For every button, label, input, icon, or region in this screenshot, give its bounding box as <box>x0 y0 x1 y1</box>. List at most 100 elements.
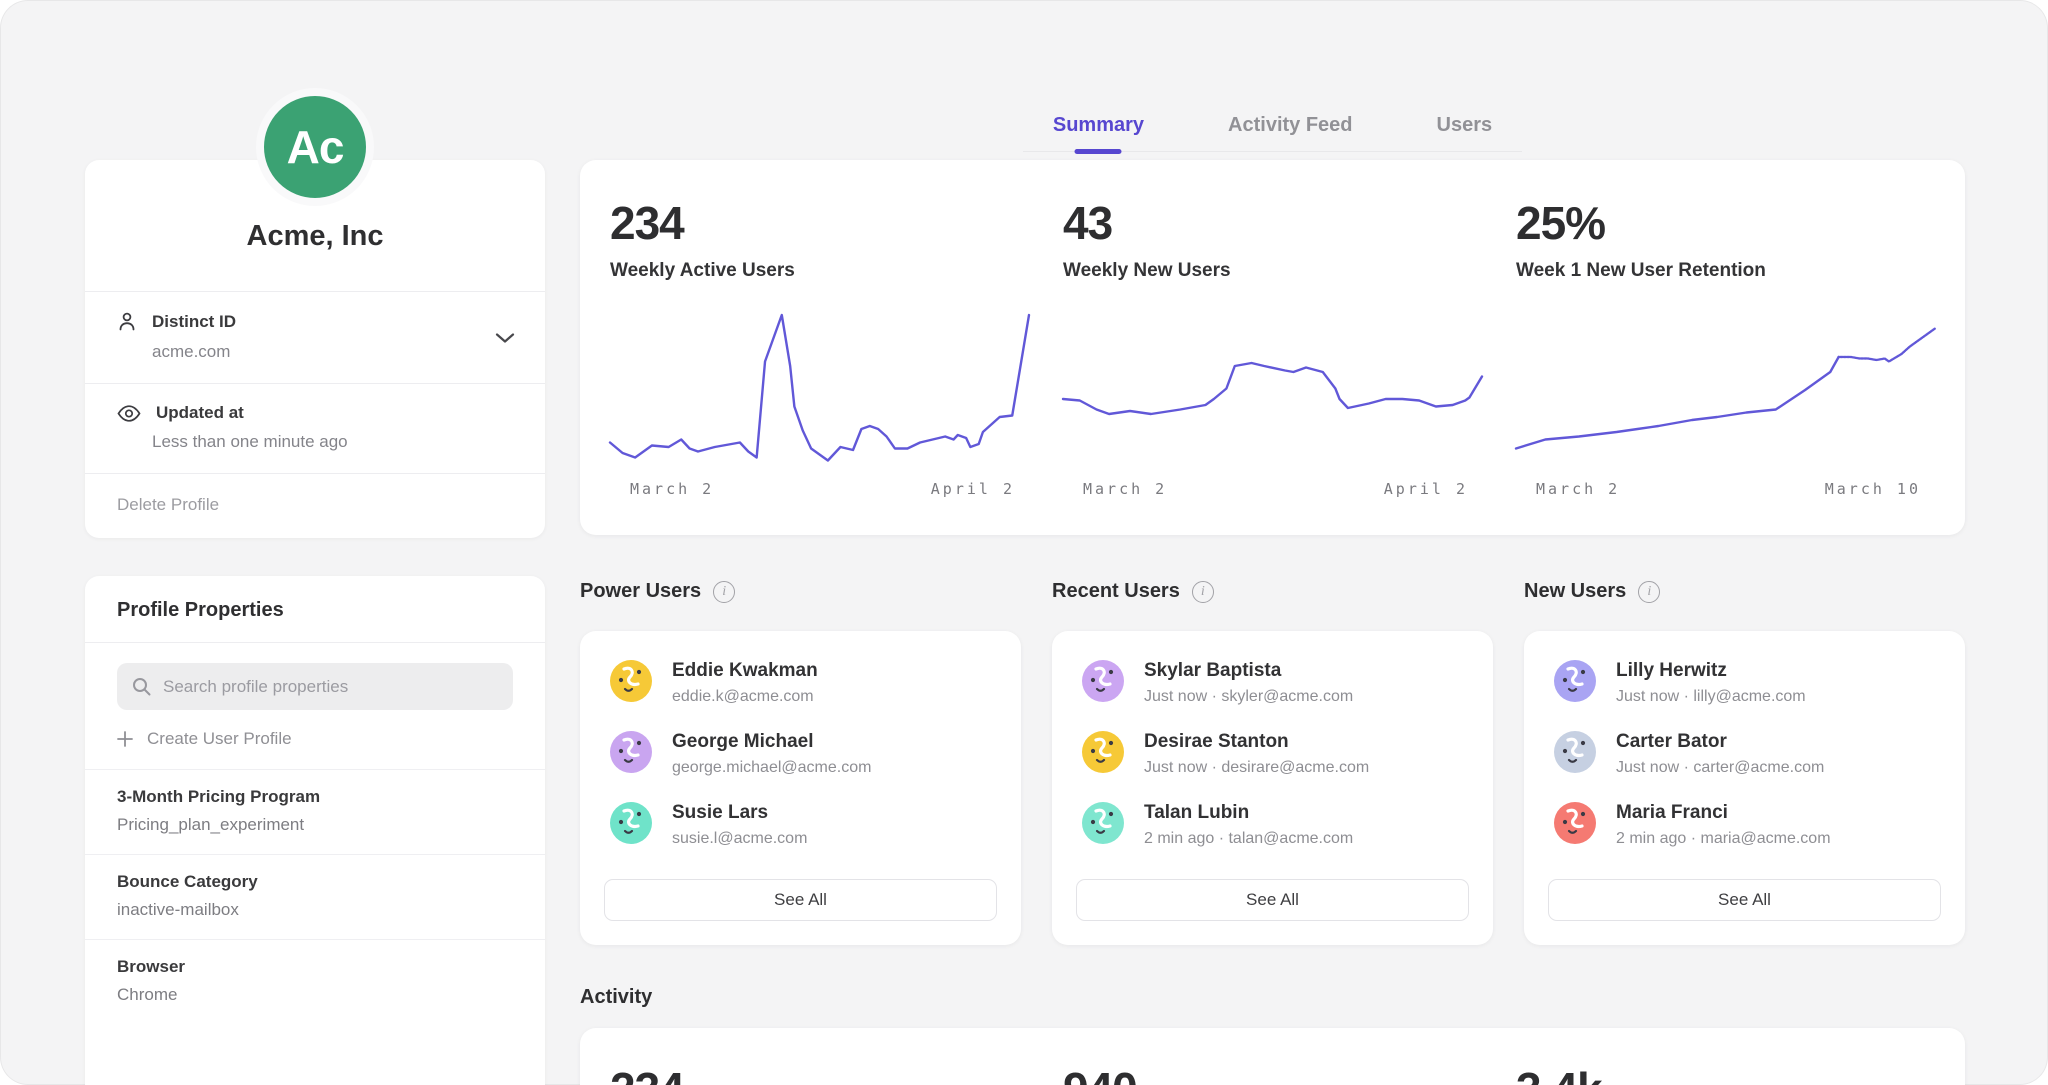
property-row[interactable]: 3-Month Pricing Program Pricing_plan_exp… <box>85 769 545 854</box>
property-name: Bounce Category <box>117 872 513 892</box>
activity-stats-card: 234 940 3.4k <box>580 1028 1965 1085</box>
x-axis-tick: March 2 <box>1536 480 1620 498</box>
user-subtitle: Just now · skyler@acme.com <box>1144 688 1353 706</box>
activity-section-title: Activity <box>580 986 652 1009</box>
sidebar: Ac Acme, Inc Distinct ID acme.com <box>85 0 545 1085</box>
summary-stats-card: 234 Weekly Active Users March 2 April 2 … <box>580 160 1965 535</box>
user-avatar <box>610 731 652 773</box>
stat-value: 940 <box>1063 1062 1482 1085</box>
plus-icon <box>117 731 133 747</box>
week1-retention-chart <box>1516 312 1935 462</box>
create-user-profile-button[interactable]: Create User Profile <box>117 729 513 749</box>
user-subtitle: Just now · carter@acme.com <box>1616 759 1824 777</box>
activity-stat: 940 <box>1063 1062 1482 1085</box>
stat-value: 234 <box>610 196 1029 250</box>
property-value: Pricing_plan_experiment <box>117 815 513 835</box>
tab-activity-feed[interactable]: Activity Feed <box>1228 114 1352 137</box>
user-name: Carter Bator <box>1616 731 1824 753</box>
recent-users-section: Recent Users i Skylar Baptista Just now … <box>1052 580 1493 945</box>
updated-at-row: Updated at Less than one minute ago <box>85 383 545 473</box>
user-avatar <box>1554 802 1596 844</box>
user-row[interactable]: Carter Bator Just now · carter@acme.com <box>1548 731 1941 777</box>
eye-icon <box>117 405 141 422</box>
info-icon[interactable]: i <box>1638 581 1660 603</box>
activity-stat: 234 <box>610 1062 1029 1085</box>
stat-label: Week 1 New User Retention <box>1516 260 1935 282</box>
stat-weekly-new-users: 43 Weekly New Users March 2 April 2 <box>1063 196 1482 535</box>
section-title: Power Users <box>580 580 701 603</box>
search-profile-properties[interactable] <box>117 663 513 710</box>
person-icon <box>117 311 137 333</box>
company-profile-card: Ac Acme, Inc Distinct ID acme.com <box>85 160 545 538</box>
see-all-button[interactable]: See All <box>1076 879 1469 921</box>
user-name: Lilly Herwitz <box>1616 660 1806 682</box>
property-row[interactable]: Browser Chrome <box>85 939 545 1024</box>
user-name: Maria Franci <box>1616 802 1831 824</box>
x-axis-tick: April 2 <box>931 480 1015 498</box>
tab-bar: Summary Activity Feed Users <box>580 114 1965 152</box>
user-row[interactable]: George Michael george.michael@acme.com <box>604 731 997 777</box>
section-title: Recent Users <box>1052 580 1180 603</box>
search-input[interactable] <box>163 677 498 697</box>
user-subtitle: eddie.k@acme.com <box>672 688 818 706</box>
user-subtitle: 2 min ago · maria@acme.com <box>1616 830 1831 848</box>
stat-label: Weekly Active Users <box>610 260 1029 282</box>
chevron-down-icon[interactable] <box>495 332 515 343</box>
stat-value: 3.4k <box>1516 1062 1935 1085</box>
weekly-new-users-chart <box>1063 312 1482 462</box>
x-axis-tick: March 2 <box>1083 480 1167 498</box>
x-axis-tick: April 2 <box>1384 480 1468 498</box>
company-avatar: Ac <box>256 88 374 206</box>
tab-users[interactable]: Users <box>1437 114 1493 137</box>
recent-users-card: Skylar Baptista Just now · skyler@acme.c… <box>1052 631 1493 945</box>
section-title: New Users <box>1524 580 1626 603</box>
user-avatar <box>1082 802 1124 844</box>
user-row[interactable]: Lilly Herwitz Just now · lilly@acme.com <box>1548 660 1941 706</box>
user-row[interactable]: Susie Lars susie.l@acme.com <box>604 802 997 848</box>
tab-summary[interactable]: Summary <box>1053 114 1144 137</box>
user-row[interactable]: Desirae Stanton Just now · desirare@acme… <box>1076 731 1469 777</box>
info-icon[interactable]: i <box>1192 581 1214 603</box>
power-users-card: Eddie Kwakman eddie.k@acme.com George Mi… <box>580 631 1021 945</box>
property-value: Chrome <box>117 985 513 1005</box>
field-label: Updated at <box>156 403 244 423</box>
stat-label: Weekly New Users <box>1063 260 1482 282</box>
user-name: Eddie Kwakman <box>672 660 818 682</box>
user-subtitle: george.michael@acme.com <box>672 759 871 777</box>
stat-week1-retention: 25% Week 1 New User Retention March 2 Ma… <box>1516 196 1935 535</box>
new-users-card: Lilly Herwitz Just now · lilly@acme.com … <box>1524 631 1965 945</box>
create-user-profile-label: Create User Profile <box>147 729 292 749</box>
property-value: inactive-mailbox <box>117 900 513 920</box>
activity-stat: 3.4k <box>1516 1062 1935 1085</box>
user-sections: Power Users i Eddie Kwakman eddie.k@acme… <box>580 580 1965 945</box>
property-name: Browser <box>117 957 513 977</box>
user-row[interactable]: Skylar Baptista Just now · skyler@acme.c… <box>1076 660 1469 706</box>
user-row[interactable]: Talan Lubin 2 min ago · talan@acme.com <box>1076 802 1469 848</box>
user-avatar <box>1554 660 1596 702</box>
stat-value: 234 <box>610 1062 1029 1085</box>
field-value: Less than one minute ago <box>152 432 513 452</box>
weekly-active-users-chart <box>610 312 1029 462</box>
see-all-button[interactable]: See All <box>1548 879 1941 921</box>
property-row[interactable]: Bounce Category inactive-mailbox <box>85 854 545 939</box>
property-name: 3-Month Pricing Program <box>117 787 513 807</box>
see-all-button[interactable]: See All <box>604 879 997 921</box>
user-name: Desirae Stanton <box>1144 731 1369 753</box>
user-subtitle: Just now · lilly@acme.com <box>1616 688 1806 706</box>
profile-properties-title: Profile Properties <box>85 576 545 643</box>
user-name: Skylar Baptista <box>1144 660 1353 682</box>
user-row[interactable]: Maria Franci 2 min ago · maria@acme.com <box>1548 802 1941 848</box>
profile-properties-card: Profile Properties Create User Profile 3… <box>85 576 545 1085</box>
user-subtitle: 2 min ago · talan@acme.com <box>1144 830 1353 848</box>
info-icon[interactable]: i <box>713 581 735 603</box>
search-icon <box>132 677 151 696</box>
user-row[interactable]: Eddie Kwakman eddie.k@acme.com <box>604 660 997 706</box>
user-avatar <box>610 660 652 702</box>
user-name: George Michael <box>672 731 871 753</box>
company-profile-page: Ac Acme, Inc Distinct ID acme.com <box>0 0 2048 1085</box>
user-avatar <box>1554 731 1596 773</box>
distinct-id-row[interactable]: Distinct ID acme.com <box>85 291 545 383</box>
new-users-section: New Users i Lilly Herwitz Just now · lil… <box>1524 580 1965 945</box>
delete-profile-button[interactable]: Delete Profile <box>85 473 545 538</box>
power-users-section: Power Users i Eddie Kwakman eddie.k@acme… <box>580 580 1021 945</box>
